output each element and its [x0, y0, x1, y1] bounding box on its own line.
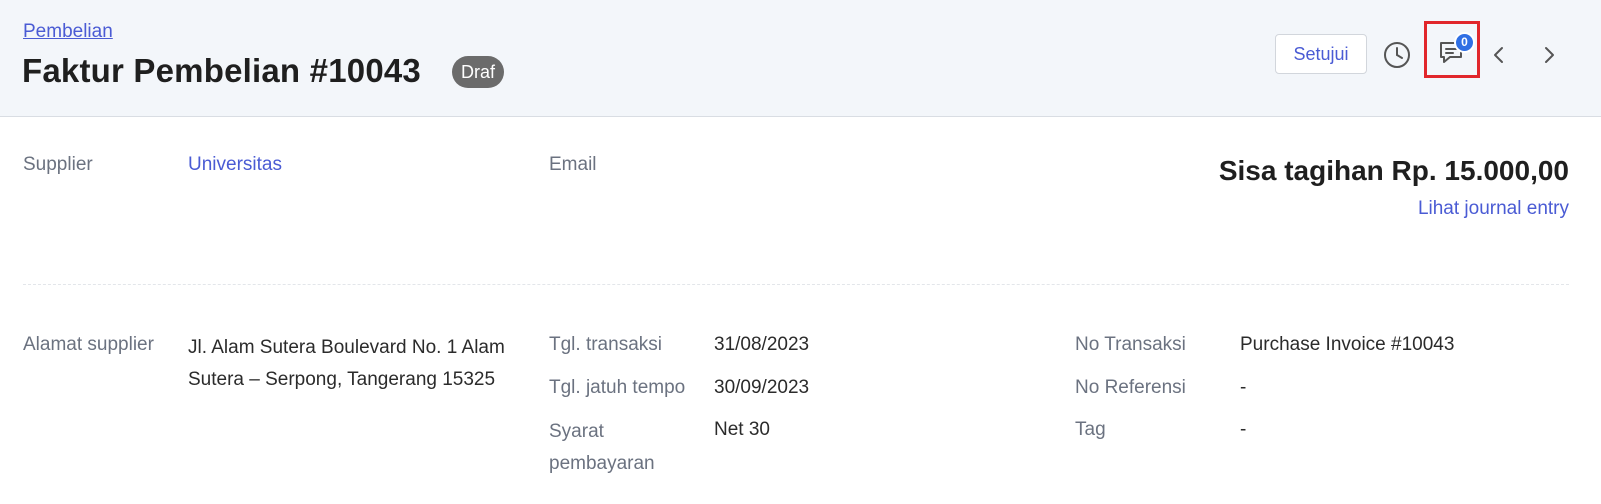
- remaining-balance: Sisa tagihan Rp. 15.000,00: [1218, 155, 1569, 186]
- page-title: Faktur Pembelian #10043: [22, 52, 421, 89]
- history-button[interactable]: [1382, 40, 1412, 70]
- comment-button[interactable]: 0: [1424, 21, 1480, 78]
- comment-count-badge: 0: [1454, 32, 1475, 53]
- address-value: Jl. Alam Sutera Boulevard No. 1 Alam Sut…: [188, 337, 505, 390]
- page-header: Pembelian Faktur Pembelian #10043 Draf S…: [0, 0, 1601, 117]
- approve-button[interactable]: Setujui: [1275, 34, 1367, 74]
- next-button[interactable]: [1537, 42, 1561, 68]
- due-date-label: Tgl. jatuh tempo: [549, 377, 686, 398]
- due-date-value: 30/09/2023: [714, 377, 810, 398]
- status-badge: Draf: [452, 56, 505, 88]
- supplier-label: Supplier: [23, 154, 93, 175]
- chevron-right-icon: [1545, 47, 1554, 63]
- reference-no-value: -: [1240, 377, 1247, 398]
- transaction-no-value: Purchase Invoice #10043: [1240, 334, 1455, 355]
- journal-entry-link[interactable]: Lihat journal entry: [1418, 198, 1569, 220]
- payment-terms-label: Syarat pembayaran: [549, 421, 655, 474]
- breadcrumb-pembelian[interactable]: Pembelian: [23, 21, 113, 43]
- previous-button[interactable]: [1487, 42, 1511, 68]
- address-label: Alamat supplier: [23, 334, 154, 355]
- history-icon: [1384, 42, 1410, 68]
- email-label: Email: [549, 154, 597, 175]
- section-divider: [23, 284, 1569, 285]
- transaction-date-value: 31/08/2023: [714, 334, 810, 355]
- transaction-date-label: Tgl. transaksi: [549, 334, 662, 355]
- reference-no-label: No Referensi: [1075, 377, 1186, 398]
- payment-terms-value: Net 30: [714, 419, 770, 440]
- transaction-no-label: No Transaksi: [1075, 334, 1186, 355]
- tag-value: -: [1240, 419, 1247, 440]
- tag-label: Tag: [1075, 419, 1106, 440]
- chevron-left-icon: [1494, 47, 1503, 63]
- supplier-link[interactable]: Universitas: [188, 154, 282, 176]
